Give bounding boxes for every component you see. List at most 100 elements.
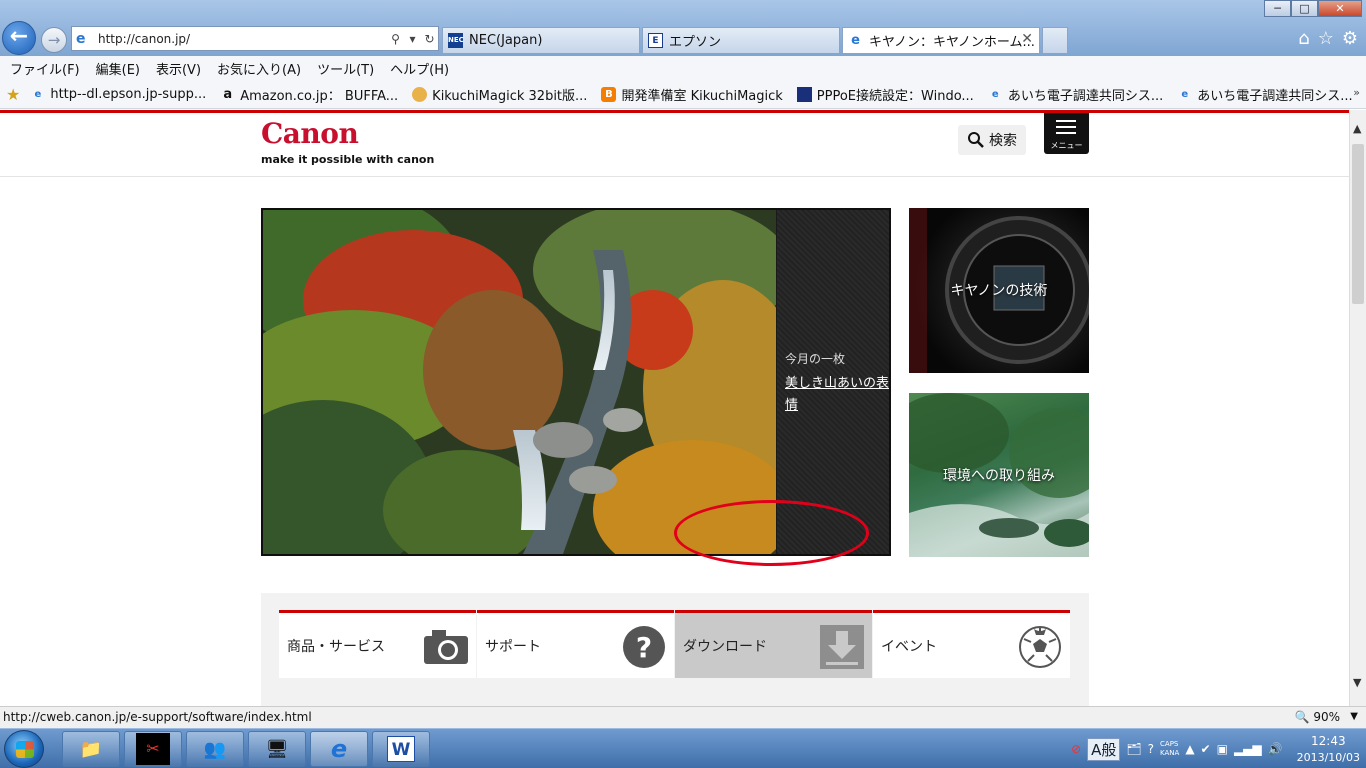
category-label: イベント [881, 638, 937, 655]
home-icon[interactable]: ⌂ [1298, 28, 1309, 49]
search-icon [968, 132, 984, 148]
nec-favicon-icon: NEC [448, 33, 464, 48]
category-support[interactable]: サポート ? [477, 610, 674, 678]
search-icon[interactable]: ⚲ [387, 32, 404, 46]
caps-kana-indicator: CAPS KANA [1160, 740, 1180, 757]
card-technology[interactable]: キヤノンの技術 [909, 208, 1089, 373]
favorite-item[interactable]: e あいち電子調達共同シス... [988, 85, 1163, 104]
cat-icon [412, 86, 428, 102]
clock[interactable]: 12:43 2013/10/03 [1297, 733, 1360, 766]
ie-icon: e [330, 735, 348, 763]
favorites-star-icon[interactable]: ☆ [1318, 28, 1334, 49]
scroll-thumb[interactable] [1352, 144, 1364, 304]
chevron-more-icon[interactable]: » [1353, 86, 1360, 99]
svg-text:?: ? [636, 631, 652, 664]
people-icon: 👥 [203, 738, 227, 760]
zoom-level[interactable]: 🔍 90% [1295, 707, 1340, 727]
back-button[interactable]: ← [2, 21, 36, 55]
control-panel-task-button[interactable]: 🖥 [248, 731, 306, 767]
new-tab-button[interactable] [1042, 27, 1068, 53]
autumn-waterfall-photo[interactable] [263, 210, 776, 554]
menu-file[interactable]: ファイル(F) [10, 59, 80, 78]
favorite-item[interactable]: a Amazon.co.jp： BUFFA... [220, 85, 398, 104]
tab-epson[interactable]: E エプソン [642, 27, 840, 53]
tab-label: NEC(Japan) [469, 33, 543, 48]
clock-date: 2013/10/03 [1296, 750, 1360, 764]
address-url[interactable]: http://canon.jp/ [98, 32, 387, 46]
system-tray: ⊘ A般 🗂 ? CAPS KANA ▲ ✔ ▣ ▂▄▆ 🔊 12:43 201… [1071, 729, 1366, 768]
menu-edit[interactable]: 編集(E) [96, 59, 140, 78]
dropdown-icon[interactable]: ▾ [404, 32, 421, 46]
gear-icon[interactable]: ⚙ [1342, 28, 1358, 49]
ie-page-icon: e [1181, 88, 1189, 100]
category-label: 商品・サービス [287, 638, 385, 655]
network-icon[interactable]: ▂▄▆ [1234, 742, 1262, 756]
menu-help[interactable]: ヘルプ(H) [390, 59, 449, 78]
favorites-star-icon[interactable]: ★ [6, 85, 20, 104]
tab-canon[interactable]: e キヤノン：キヤノンホーム... ✕ [842, 27, 1040, 53]
close-window-button[interactable]: ✕ [1318, 0, 1362, 17]
browser-titlebar: ← → e http://canon.jp/ ⚲ ▾ ↻ NEC NEC(Jap… [0, 0, 1366, 56]
card-technology-label: キヤノンの技術 [950, 283, 1048, 299]
forward-button[interactable]: → [41, 27, 67, 53]
question-icon: ? [622, 625, 666, 669]
stop-icon[interactable]: ⊘ [1071, 742, 1081, 756]
favorite-item[interactable]: KikuchiMagick 32bit版... [412, 85, 587, 104]
canon-logo[interactable]: Canon [261, 117, 359, 150]
scroll-up-icon[interactable]: ▲ [1353, 122, 1361, 135]
maximize-button[interactable]: □ [1291, 0, 1318, 17]
hero-title-link[interactable]: 美しき山あいの表情 [785, 373, 889, 417]
ie-task-button[interactable]: e [310, 731, 368, 767]
address-bar[interactable]: e http://canon.jp/ ⚲ ▾ ↻ [71, 26, 439, 51]
close-tab-icon[interactable]: ✕ [1021, 31, 1033, 47]
messenger-task-button[interactable]: 👥 [186, 731, 244, 767]
favorite-item[interactable]: B 開発準備室 KikuchiMagick [601, 85, 783, 104]
category-event[interactable]: イベント [873, 610, 1070, 678]
ime-tool-icon[interactable]: 🗂 [1126, 742, 1141, 756]
ime-indicator[interactable]: A般 [1087, 737, 1121, 761]
ie-page-icon: e [851, 33, 860, 48]
favorite-item[interactable]: e http--dl.epson.jp-supp... [30, 87, 206, 102]
minimize-button[interactable]: ─ [1264, 0, 1291, 17]
tab-label: エプソン [669, 35, 722, 50]
ie-page-icon: e [34, 88, 42, 100]
refresh-icon[interactable]: ↻ [421, 32, 438, 46]
search-label: 検索 [989, 133, 1017, 149]
word-icon: W [387, 736, 415, 762]
tab-label: キヤノン：キヤノンホーム... [869, 35, 1035, 50]
page-viewport: Canon make it possible with canon 検索 メニュ… [0, 110, 1349, 706]
zoom-dropdown-icon[interactable]: ▼ [1350, 707, 1358, 727]
favorite-item[interactable]: e あいち電子調達共同シス... [1177, 85, 1352, 104]
start-button[interactable] [4, 730, 44, 768]
status-bar: http://cweb.canon.jp/e-support/software/… [0, 706, 1366, 728]
category-label: サポート [485, 638, 541, 655]
word-task-button[interactable]: W [372, 731, 430, 767]
tab-nec[interactable]: NEC NEC(Japan) [442, 27, 640, 53]
category-download[interactable]: ダウンロード [675, 610, 872, 678]
device-icon[interactable]: ▣ [1217, 742, 1228, 756]
volume-icon[interactable]: 🔊 [1268, 742, 1283, 756]
menu-button[interactable]: メニュー [1044, 113, 1089, 154]
category-products[interactable]: 商品・サービス [279, 610, 476, 678]
sync-icon[interactable]: ✔ [1201, 742, 1211, 756]
menu-bar: ファイル(F) 編集(E) 表示(V) お気に入り(A) ツール(T) ヘルプ(… [0, 56, 1366, 80]
favorite-item[interactable]: PPPoE接続設定：Windo... [796, 85, 974, 104]
hamburger-icon [1056, 120, 1076, 134]
explorer-task-button[interactable]: 📁 [62, 731, 120, 767]
ie-page-icon: e [76, 30, 86, 47]
site-header: Canon make it possible with canon 検索 メニュ… [0, 113, 1349, 177]
help-icon[interactable]: ? [1148, 742, 1154, 756]
menu-view[interactable]: 表示(V) [156, 59, 201, 78]
search-button[interactable]: 検索 [958, 125, 1026, 155]
menu-tools[interactable]: ツール(T) [317, 59, 374, 78]
app-task-button[interactable]: ✂ [124, 731, 182, 767]
window-controls: ─ □ ✕ [1264, 0, 1362, 17]
ie-page-icon: e [991, 88, 999, 100]
card-environment[interactable]: 環境への取り組み [909, 393, 1089, 557]
menu-favorites[interactable]: お気に入り(A) [217, 59, 301, 78]
category-navigation: 商品・サービス サポート ? ダウンロード イベント [261, 593, 1089, 706]
scroll-down-icon[interactable]: ▼ [1353, 676, 1361, 689]
page-scrollbar[interactable]: ▲ ▼ [1349, 110, 1366, 706]
clock-time: 12:43 [1311, 733, 1346, 748]
show-hidden-icons[interactable]: ▲ [1185, 742, 1194, 756]
